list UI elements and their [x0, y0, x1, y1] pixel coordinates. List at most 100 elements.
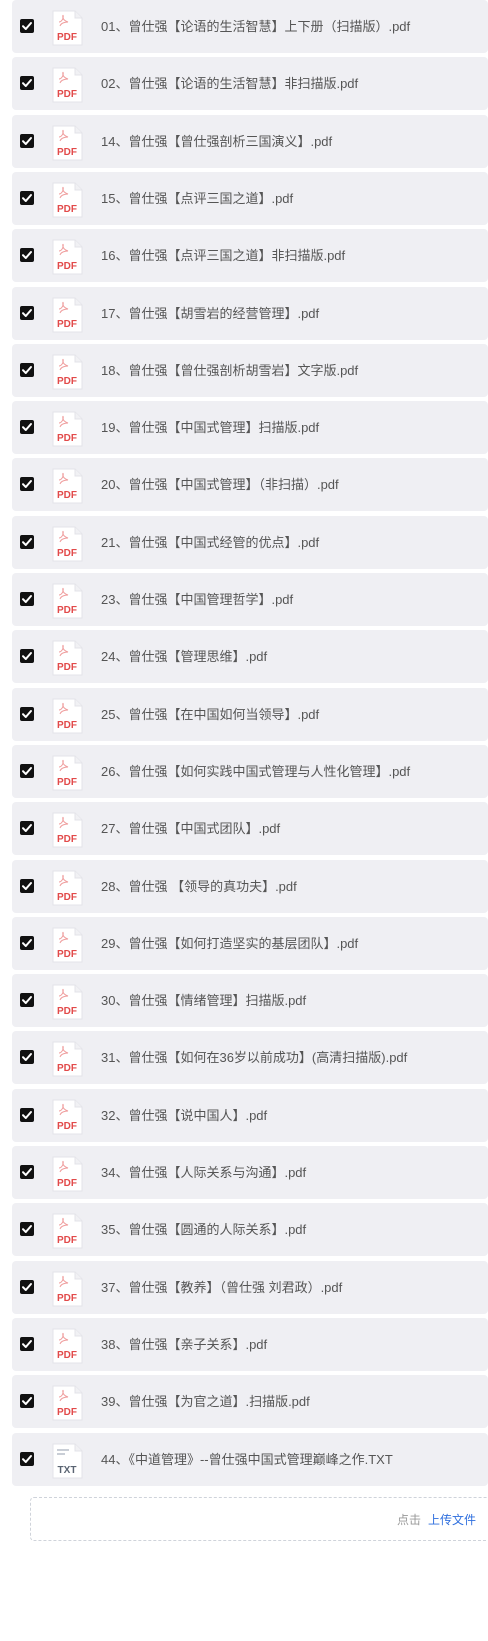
file-checkbox[interactable]	[20, 1336, 34, 1351]
file-checkbox[interactable]	[20, 1107, 34, 1122]
pdf-file-icon: PDF	[52, 354, 83, 390]
file-checkbox[interactable]	[20, 133, 34, 148]
file-checkbox[interactable]	[20, 534, 34, 549]
svg-text:PDF: PDF	[57, 1235, 77, 1246]
file-row[interactable]: PDF 39、曾仕强【为官之道】.扫描版.pdf	[12, 1375, 488, 1429]
pdf-file-icon: PDF	[52, 755, 83, 791]
file-row[interactable]: TXT 44、《中道管理》--曾仕强中国式管理巅峰之作.TXT	[12, 1432, 488, 1486]
file-checkbox[interactable]	[20, 878, 34, 893]
file-row[interactable]: PDF 37、曾仕强【教养】（曾仕强 刘君政）.pdf	[12, 1260, 488, 1314]
file-checkbox[interactable]	[20, 993, 34, 1008]
file-row[interactable]: PDF 34、曾仕强【人际关系与沟通】.pdf	[12, 1146, 488, 1199]
file-checkbox[interactable]	[20, 420, 34, 435]
file-row[interactable]: PDF 24、曾仕强【管理思维】.pdf	[12, 630, 488, 684]
file-name: 37、曾仕强【教养】（曾仕强 刘君政）.pdf	[101, 1279, 343, 1295]
file-name: 19、曾仕强【中国式管理】扫描版.pdf	[101, 420, 320, 436]
file-name: 26、曾仕强【如何实践中国式管理与人性化管理】.pdf	[101, 763, 411, 779]
file-row[interactable]: PDF 01、曾仕强【论语的生活智慧】上下册（扫描版）.pdf	[12, 0, 488, 53]
file-row[interactable]: PDF 21、曾仕强【中国式经管的优点】.pdf	[12, 515, 488, 569]
txt-file-icon: TXT	[52, 1443, 83, 1479]
file-row[interactable]: PDF 19、曾仕强【中国式管理】扫描版.pdf	[12, 401, 488, 455]
file-checkbox[interactable]	[20, 1394, 34, 1409]
file-row[interactable]: PDF 29、曾仕强【如何打造坚实的基层团队】.pdf	[12, 916, 488, 970]
svg-text:PDF: PDF	[57, 1063, 77, 1074]
pdf-file-icon: PDF	[52, 182, 83, 218]
file-row[interactable]: PDF 18、曾仕强【曾仕强剖析胡雪岩】文字版.pdf	[12, 343, 488, 397]
file-checkbox[interactable]	[20, 592, 34, 606]
svg-text:TXT: TXT	[58, 1465, 77, 1476]
file-row[interactable]: PDF 35、曾仕强【圆通的人际关系】.pdf	[12, 1203, 488, 1257]
file-name: 27、曾仕强【中国式团队】.pdf	[101, 821, 281, 837]
pdf-file-icon: PDF	[52, 1099, 83, 1135]
file-name: 35、曾仕强【圆通的人际关系】.pdf	[101, 1222, 307, 1238]
file-checkbox[interactable]	[20, 190, 34, 205]
file-row[interactable]: PDF 20、曾仕强【中国式管理】（非扫描）.pdf	[12, 458, 488, 512]
file-row[interactable]: PDF 28、曾仕强 【领导的真功夫】.pdf	[12, 859, 488, 913]
pdf-file-icon: PDF	[52, 526, 83, 562]
file-row[interactable]: PDF 31、曾仕强【如何在36岁以前成功】(高清扫描版).pdf	[12, 1031, 488, 1085]
file-checkbox[interactable]	[20, 1050, 34, 1065]
svg-text:PDF: PDF	[57, 720, 77, 731]
file-row[interactable]: PDF 38、曾仕强【亲子关系】.pdf	[12, 1317, 488, 1371]
file-name: 39、曾仕强【为官之道】.扫描版.pdf	[101, 1394, 310, 1410]
file-checkbox[interactable]	[20, 706, 34, 721]
file-row[interactable]: PDF 15、曾仕强【点评三国之道】.pdf	[12, 171, 488, 225]
file-name: 15、曾仕强【点评三国之道】.pdf	[101, 190, 294, 206]
file-checkbox[interactable]	[20, 1279, 34, 1294]
file-name: 28、曾仕强 【领导的真功夫】.pdf	[101, 878, 297, 894]
pdf-file-icon: PDF	[52, 1156, 83, 1192]
pdf-file-icon: PDF	[52, 10, 83, 46]
pdf-file-icon: PDF	[52, 583, 83, 619]
file-name: 20、曾仕强【中国式管理】（非扫描）.pdf	[101, 477, 339, 493]
file-checkbox[interactable]	[20, 477, 34, 492]
file-checkbox[interactable]	[20, 1451, 34, 1466]
svg-text:PDF: PDF	[57, 376, 77, 387]
pdf-file-icon: PDF	[52, 1385, 83, 1421]
upload-dropzone[interactable]: 点击 上传文件	[30, 1497, 488, 1541]
svg-text:PDF: PDF	[57, 1178, 77, 1189]
svg-text:PDF: PDF	[57, 204, 77, 215]
svg-text:PDF: PDF	[57, 261, 77, 272]
file-name: 38、曾仕强【亲子关系】.pdf	[101, 1336, 268, 1352]
file-checkbox[interactable]	[20, 1222, 34, 1237]
file-row[interactable]: PDF 32、曾仕强【说中国人】.pdf	[12, 1088, 488, 1142]
pdf-file-icon: PDF	[52, 640, 83, 676]
file-row[interactable]: PDF 17、曾仕强【胡雪岩的经营管理】.pdf	[12, 286, 488, 340]
svg-text:PDF: PDF	[57, 32, 77, 43]
pdf-file-icon: PDF	[52, 67, 83, 103]
file-name: 23、曾仕强【中国管理哲学】.pdf	[101, 592, 294, 607]
file-checkbox[interactable]	[20, 763, 34, 778]
file-name: 16、曾仕强【点评三国之道】非扫描版.pdf	[101, 248, 346, 264]
svg-text:PDF: PDF	[57, 949, 77, 960]
file-row[interactable]: PDF 30、曾仕强【情绪管理】扫描版.pdf	[12, 974, 488, 1028]
file-name: 18、曾仕强【曾仕强剖析胡雪岩】文字版.pdf	[101, 362, 359, 378]
file-checkbox[interactable]	[20, 935, 34, 950]
file-name: 01、曾仕强【论语的生活智慧】上下册（扫描版）.pdf	[101, 19, 411, 34]
upload-hint: 点击	[397, 1513, 422, 1527]
upload-link[interactable]: 上传文件	[428, 1511, 476, 1528]
file-checkbox[interactable]	[20, 248, 34, 263]
pdf-file-icon: PDF	[52, 698, 83, 734]
pdf-file-icon: PDF	[52, 870, 83, 906]
file-row[interactable]: PDF 25、曾仕强【在中国如何当领导】.pdf	[12, 687, 488, 741]
file-checkbox[interactable]	[20, 1165, 34, 1179]
pdf-file-icon: PDF	[52, 239, 83, 275]
svg-text:PDF: PDF	[57, 777, 77, 788]
file-name: 31、曾仕强【如何在36岁以前成功】(高清扫描版).pdf	[101, 1050, 408, 1066]
svg-text:PDF: PDF	[57, 1121, 77, 1132]
file-row[interactable]: PDF 02、曾仕强【论语的生活智慧】非扫描版.pdf	[12, 57, 488, 111]
file-row[interactable]: PDF 26、曾仕强【如何实践中国式管理与人性化管理】.pdf	[12, 744, 488, 798]
file-checkbox[interactable]	[20, 76, 34, 91]
file-row[interactable]: PDF 14、曾仕强【曾仕强剖析三国演义】.pdf	[12, 114, 488, 168]
file-row[interactable]: PDF 27、曾仕强【中国式团队】.pdf	[12, 802, 488, 856]
file-row[interactable]: PDF 23、曾仕强【中国管理哲学】.pdf	[12, 573, 488, 626]
file-checkbox[interactable]	[20, 19, 34, 33]
svg-text:PDF: PDF	[57, 605, 77, 616]
file-row[interactable]: PDF 16、曾仕强【点评三国之道】非扫描版.pdf	[12, 229, 488, 283]
svg-text:PDF: PDF	[57, 490, 77, 501]
file-checkbox[interactable]	[20, 821, 34, 836]
svg-text:PDF: PDF	[57, 662, 77, 673]
file-checkbox[interactable]	[20, 305, 34, 320]
file-checkbox[interactable]	[20, 362, 34, 377]
file-checkbox[interactable]	[20, 649, 34, 664]
